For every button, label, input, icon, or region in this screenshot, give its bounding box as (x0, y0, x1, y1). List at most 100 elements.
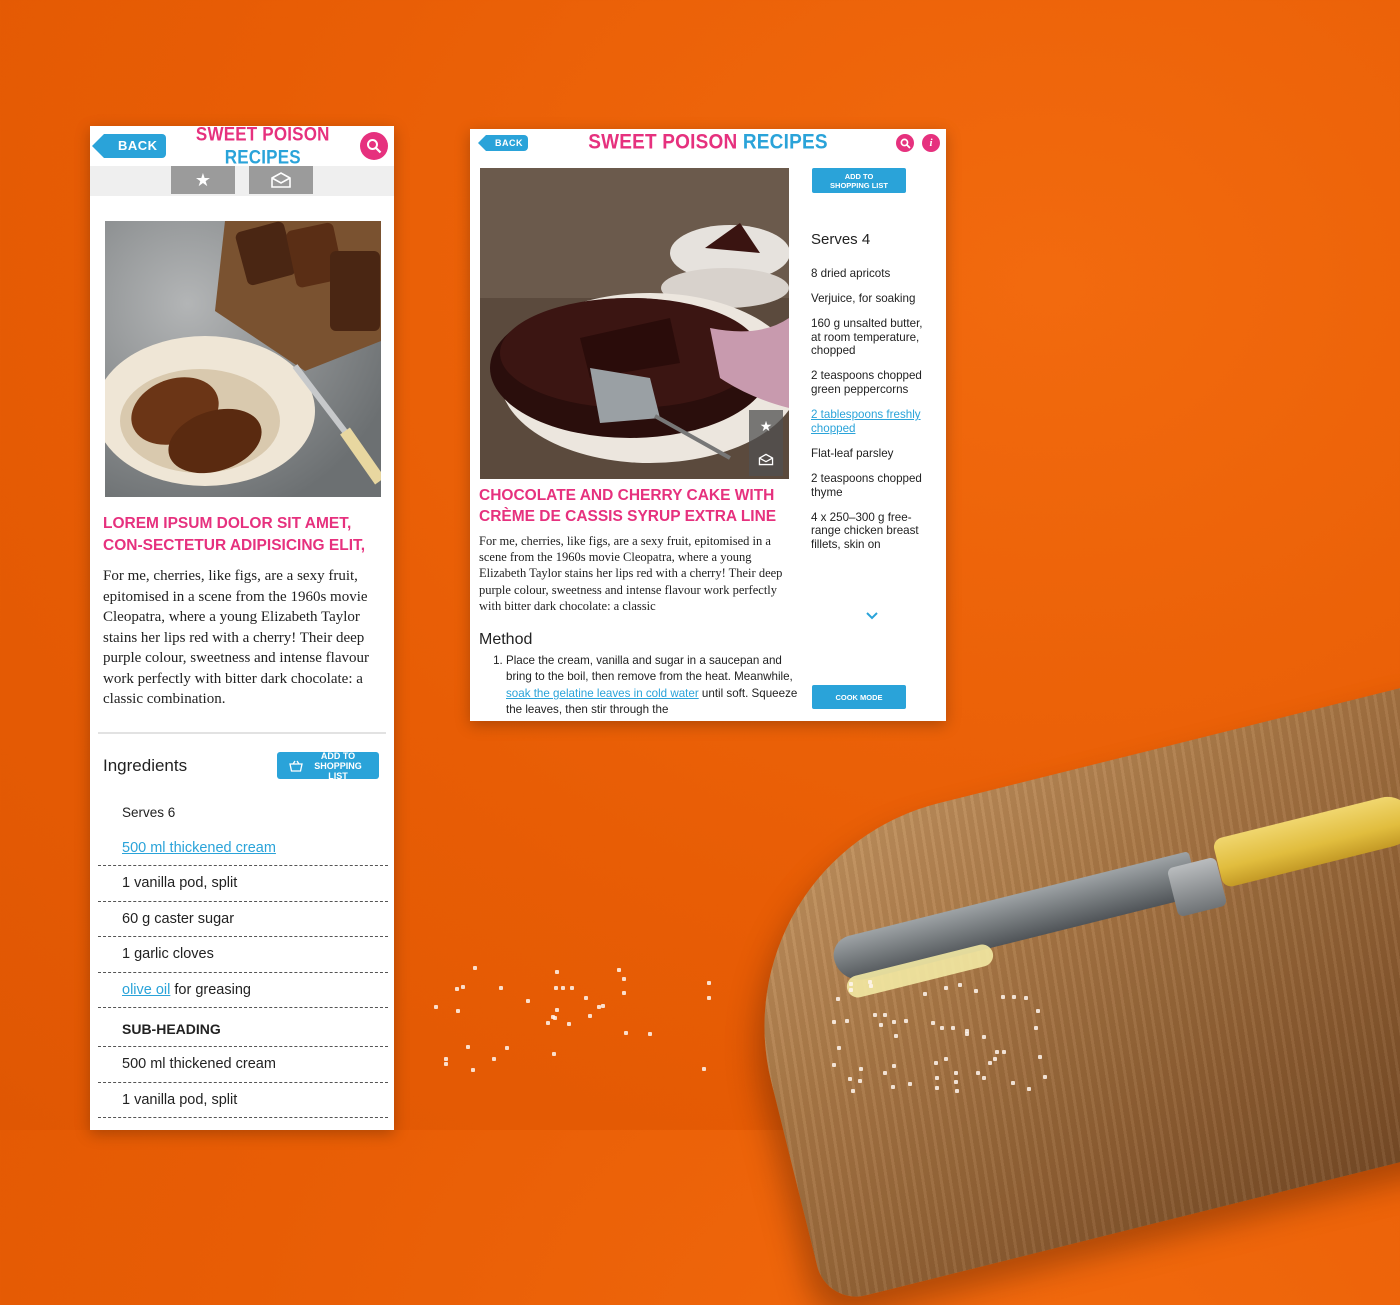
crumb (867, 980, 872, 985)
crumb (858, 1067, 863, 1072)
back-button[interactable]: BACK (478, 135, 528, 151)
crumb (934, 1075, 939, 1080)
crumb (647, 1031, 652, 1036)
sub-heading: SUB-HEADING (98, 1008, 388, 1047)
app-logo: SWEET POISON RECIPES (166, 126, 360, 169)
tablet-recipe-intro: For me, cherries, like figs, are a sexy … (479, 534, 783, 613)
crumb (588, 1013, 593, 1018)
method-step: Place the cream, vanilla and sugar in a … (506, 653, 806, 719)
crumb (505, 1045, 510, 1050)
crumb (617, 968, 622, 973)
crumb (701, 1066, 706, 1071)
crumb (933, 1061, 938, 1066)
crumb (835, 996, 840, 1001)
cook-mode-button[interactable]: COOK MODE (812, 685, 906, 709)
ingredients-heading: Ingredients (103, 756, 188, 775)
method-link[interactable]: soak the gelatine leaves in cold water (506, 687, 699, 700)
crumb (1011, 1080, 1016, 1085)
list-item: Flat-leaf parsley (811, 446, 894, 460)
search-icon[interactable] (360, 132, 388, 160)
crumb (624, 1031, 629, 1036)
cutting-board-image (715, 674, 1400, 1305)
crumb (987, 1061, 992, 1066)
crumb (1001, 1050, 1006, 1055)
ingredient-link[interactable]: 500 ml thickened cream (122, 840, 276, 856)
crumb (953, 1071, 958, 1076)
basket-icon (289, 760, 303, 772)
chevron-down-icon[interactable] (866, 607, 878, 623)
method-steps: Place the cream, vanilla and sugar in a … (490, 653, 806, 719)
crumb (939, 1025, 944, 1030)
crumb (1033, 1025, 1038, 1030)
list-item: 4 x 250–300 g free-range chicken breast … (811, 510, 919, 551)
favorite-star-icon[interactable]: ★ (171, 166, 235, 194)
list-item: olive oil for greasing (98, 973, 388, 1008)
list-item: 500 ml thickened cream (98, 831, 388, 866)
list-item: 60 g caster sugar (98, 902, 388, 937)
crumb (849, 987, 854, 992)
crumb (555, 1008, 560, 1013)
add-to-shopping-list-button[interactable]: ADD TO SHOPPING LIST (277, 750, 379, 781)
crumb (994, 1050, 999, 1055)
crumb (551, 1052, 556, 1057)
tablet-action-bar: ★ (749, 410, 783, 476)
list-item: 2 teaspoons chopped green peppercorns (811, 369, 922, 397)
serves-label: Serves 6 (122, 805, 176, 820)
crumb (584, 996, 589, 1001)
email-envelope-icon[interactable] (249, 166, 313, 194)
crumb (553, 985, 558, 990)
crumb (831, 1063, 836, 1068)
list-item: Verjuice, for soaking (811, 292, 916, 306)
crumb (844, 1019, 849, 1024)
crumb (443, 1056, 448, 1061)
crumb (1027, 1086, 1032, 1091)
brand-part1: SWEET POISON (588, 130, 738, 154)
crumb (551, 1014, 556, 1019)
brand-part1: SWEET POISON (195, 126, 330, 145)
serves-label: Serves 4 (811, 231, 871, 248)
ingredient-list: Serves 6 500 ml thickened cream 1 vanill… (98, 796, 388, 1118)
crumb (569, 985, 574, 990)
crumb (857, 1078, 862, 1083)
crumb (621, 990, 626, 995)
crumb (525, 998, 530, 1003)
crumb (847, 1076, 852, 1081)
add-to-shopping-list-button[interactable]: ADD TO SHOPPING LIST (812, 168, 906, 193)
crumb (957, 982, 962, 987)
list-item: 1 vanilla pod, split (98, 866, 388, 902)
crumb (922, 991, 927, 996)
crumb (454, 986, 459, 991)
list-item: 500 ml thickened cream (98, 1047, 388, 1083)
crumb (471, 1068, 476, 1073)
ingredient-link[interactable]: olive oil (122, 982, 170, 998)
crumb (491, 1057, 496, 1062)
crumb (1023, 996, 1028, 1001)
crumb (848, 982, 853, 987)
tablet-ingredients-column: ADD TO SHOPPING LIST Serves 4 8 dried ap… (810, 129, 940, 721)
list-item: 1 vanilla pod, split (98, 1083, 388, 1118)
list-item: 8 dried apricots (811, 267, 891, 280)
crumb (600, 1004, 605, 1009)
phone-header: BACK SWEET POISON RECIPES (90, 126, 394, 169)
crumb (561, 985, 566, 990)
crumb (882, 1012, 887, 1017)
favorite-star-icon[interactable]: ★ (749, 410, 783, 443)
crumb (976, 1071, 981, 1076)
method-text: Place the cream, vanilla and sugar in a … (506, 654, 793, 684)
crumb (1000, 994, 1005, 999)
crumb (973, 989, 978, 994)
crumb (1038, 1054, 1043, 1059)
crumb (894, 1033, 899, 1038)
ingredient-link[interactable]: 2 tablespoons freshly chopped (811, 408, 935, 435)
back-button[interactable]: BACK (92, 134, 166, 158)
list-item: 1 garlic cloves (98, 937, 388, 973)
phone-recipe-intro: For me, cherries, like figs, are a sexy … (103, 568, 369, 707)
crumb (992, 1056, 997, 1061)
crumb (907, 1082, 912, 1087)
add-to-shopping-list-label: ADD TO SHOPPING LIST (314, 750, 362, 781)
crumb (555, 969, 560, 974)
crumb (891, 1085, 896, 1090)
email-envelope-icon[interactable] (749, 443, 783, 476)
brand-part2: RECIPES (224, 146, 301, 168)
crumb (892, 1064, 897, 1069)
